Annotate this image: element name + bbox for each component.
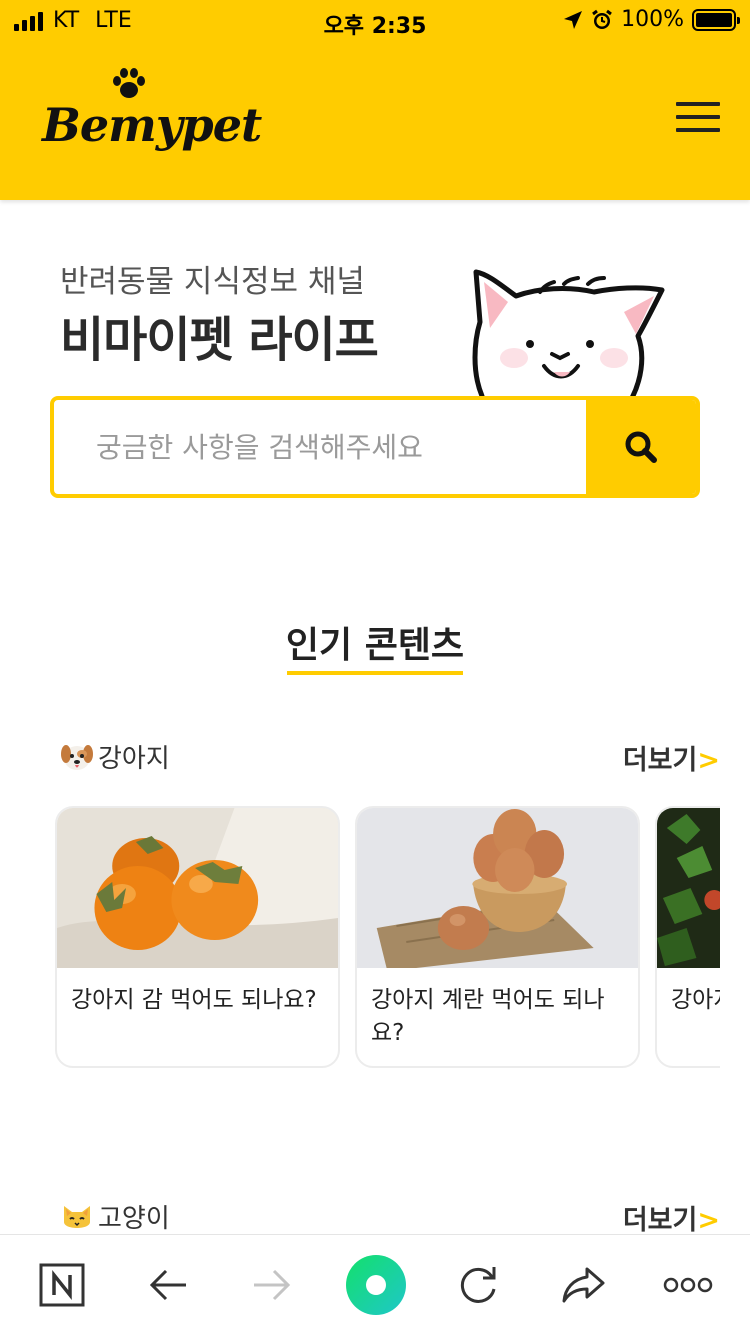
- share-button[interactable]: [542, 1235, 626, 1334]
- eggs-bowl-photo: [357, 808, 638, 968]
- parsley-photo: [657, 808, 720, 968]
- content-card[interactable]: 강아지 감 먹어도 되나요?: [55, 806, 340, 1068]
- more-label: 더보기: [622, 745, 698, 776]
- back-button[interactable]: [126, 1235, 210, 1334]
- paw-icon: [113, 68, 145, 98]
- naver-button[interactable]: [20, 1235, 104, 1334]
- forward-button[interactable]: [230, 1235, 314, 1334]
- battery-icon: [692, 8, 740, 31]
- battery-text: 100%: [621, 7, 684, 32]
- section-title-underline: [287, 671, 463, 675]
- naver-icon: [39, 1263, 85, 1307]
- more-arrow: >: [697, 745, 720, 776]
- refresh-button[interactable]: [436, 1235, 520, 1334]
- logo-text: Bemypet: [42, 98, 262, 152]
- content-card[interactable]: 강아지 …까?: [655, 806, 720, 1068]
- back-arrow-icon: [149, 1269, 186, 1301]
- persimmon-photo: [57, 808, 338, 968]
- more-link-dog[interactable]: 더보기>: [623, 738, 720, 777]
- more-label: 더보기: [622, 1205, 698, 1236]
- category-label-cat[interactable]: 고양이: [60, 1198, 170, 1235]
- category-label-text: 고양이: [98, 1204, 170, 1234]
- app-header: KT LTE 오후 2:35 100% Bemypet: [0, 0, 750, 200]
- category-label-text: 강아지: [98, 744, 170, 774]
- share-icon: [562, 1267, 605, 1303]
- search-icon: [625, 431, 657, 463]
- bemypet-logo[interactable]: Bemypet: [40, 68, 262, 178]
- alarm-icon: [592, 9, 612, 29]
- more-button[interactable]: [646, 1235, 730, 1334]
- card-carousel-dog[interactable]: 강아지 감 먹어도 되나요? 강아지 계란 먹어도 되나요? 강아: [55, 806, 720, 1068]
- card-title: 강아지 계란 먹어도 되나요?: [371, 987, 605, 1046]
- forward-arrow-icon: [254, 1269, 291, 1301]
- location-icon: [564, 10, 583, 29]
- search-box: [50, 396, 700, 498]
- content-card[interactable]: 강아지 계란 먹어도 되나요?: [355, 806, 640, 1068]
- refresh-icon: [460, 1267, 496, 1303]
- category-label-dog[interactable]: 강아지: [60, 738, 170, 775]
- search-button[interactable]: [586, 400, 696, 494]
- search-input[interactable]: [54, 400, 587, 494]
- category-row-dog: 강아지 더보기>: [60, 738, 720, 778]
- green-dot-icon: [346, 1255, 406, 1315]
- status-bar: KT LTE 오후 2:35 100%: [0, 0, 750, 42]
- more-link-cat[interactable]: 더보기>: [623, 1198, 720, 1237]
- hamburger-menu-icon[interactable]: [676, 102, 720, 132]
- card-title: 강아지 …까?: [671, 987, 720, 1013]
- category-row-cat: 고양이 더보기>: [60, 1198, 720, 1238]
- more-arrow: >: [697, 1205, 720, 1236]
- hero-subtitle: 반려동물 지식정보 채널: [60, 264, 365, 300]
- status-right: 100%: [563, 7, 740, 32]
- card-title: 강아지 감 먹어도 되나요?: [71, 987, 317, 1013]
- browser-toolbar: [0, 1234, 750, 1334]
- cat-illustration: [472, 269, 665, 398]
- section-title: 인기 콘텐츠: [285, 625, 465, 666]
- cat-face-icon: [64, 1205, 90, 1228]
- more-dots-icon: [663, 1277, 713, 1293]
- dog-face-icon: [61, 744, 93, 770]
- hero-title: 비마이펫 라이프: [60, 312, 379, 368]
- green-dot-button[interactable]: [334, 1235, 418, 1334]
